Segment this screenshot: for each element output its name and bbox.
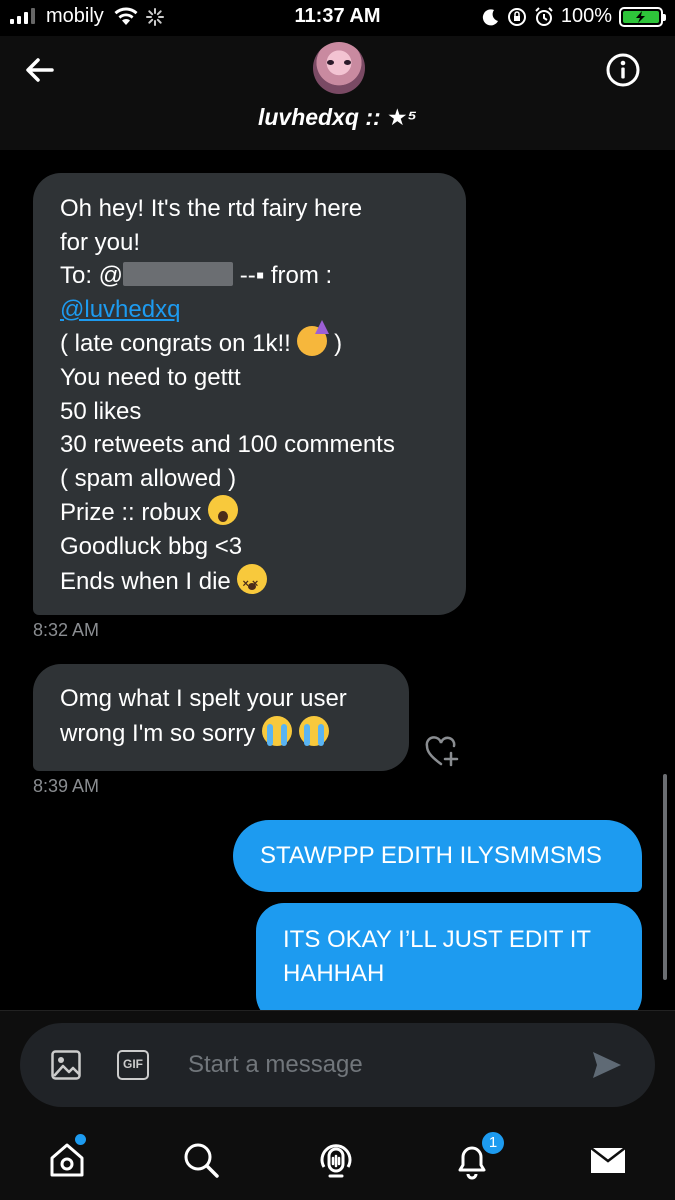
tab-bar: 1 bbox=[0, 1120, 675, 1200]
message-line: To: @ --▪ from : bbox=[60, 262, 333, 290]
sent-message[interactable]: STAWPPP EDITH ILYSMMSMS bbox=[233, 820, 642, 892]
battery-percent: 100% bbox=[560, 5, 612, 27]
message-line: ( spam allowed ) bbox=[60, 464, 237, 492]
avatar[interactable] bbox=[313, 42, 365, 94]
battery-icon bbox=[619, 6, 666, 27]
message-line: ( late congrats on 1k!! ) bbox=[60, 320, 439, 361]
message-timestamp: 8:32 AM bbox=[33, 620, 100, 640]
message-line: HAHHAH bbox=[283, 959, 385, 987]
partying-face-emoji bbox=[297, 320, 330, 357]
scrollbar[interactable] bbox=[663, 774, 667, 980]
mail-icon[interactable] bbox=[588, 1140, 628, 1180]
message-line: 30 retweets and 100 comments bbox=[60, 431, 395, 459]
message-input[interactable] bbox=[188, 1044, 568, 1086]
sent-message[interactable]: ITS OKAY I’LL JUST EDIT IT HAHHAH bbox=[256, 903, 642, 1010]
dizzy-face-emoji bbox=[237, 563, 268, 601]
heart-plus-icon[interactable] bbox=[424, 735, 460, 769]
screaming-cat-emoji bbox=[208, 495, 239, 526]
message-line: Prize :: robux bbox=[60, 495, 439, 530]
redacted-username bbox=[123, 262, 234, 287]
conversation-name[interactable]: luvhedxq :: ★⁵ bbox=[0, 104, 675, 131]
received-message[interactable]: Oh hey! It's the rtd fairy here for you!… bbox=[33, 173, 466, 615]
rotation-lock-icon bbox=[507, 7, 526, 26]
info-button[interactable] bbox=[603, 50, 643, 90]
message-line: for you! bbox=[60, 228, 141, 256]
received-message[interactable]: Omg what I spelt your user wrong I'm so … bbox=[33, 664, 409, 771]
home-icon[interactable] bbox=[47, 1140, 87, 1180]
image-icon[interactable] bbox=[50, 1049, 82, 1081]
mention-link[interactable]: @luvhedxq bbox=[60, 296, 180, 323]
status-right: 100% bbox=[482, 5, 666, 28]
message-line: Goodluck bbg <3 bbox=[60, 532, 243, 560]
message-line: Omg what I spelt your user bbox=[60, 685, 347, 712]
back-button[interactable] bbox=[20, 50, 60, 90]
spaces-icon[interactable] bbox=[316, 1140, 356, 1180]
loudly-crying-emoji bbox=[261, 715, 292, 746]
conversation-header: luvhedxq :: ★⁵ bbox=[0, 36, 675, 150]
status-bar: mobily 11:37 AM 100% bbox=[0, 0, 675, 36]
message-timestamp: 8:39 AM bbox=[33, 776, 100, 796]
home-unread-dot bbox=[75, 1134, 86, 1145]
message-list[interactable]: Oh hey! It's the rtd fairy here for you!… bbox=[0, 150, 675, 1010]
loudly-crying-emoji bbox=[298, 715, 329, 746]
send-icon[interactable] bbox=[591, 1049, 623, 1081]
moon-icon bbox=[482, 8, 498, 25]
message-line: 50 likes bbox=[60, 397, 142, 425]
gif-button[interactable]: GIF bbox=[117, 1050, 149, 1080]
message-line: You need to gettt bbox=[60, 363, 241, 391]
notification-badge: 1 bbox=[480, 1130, 506, 1156]
composer-bar: GIF bbox=[0, 1010, 675, 1120]
composer: GIF bbox=[20, 1023, 655, 1107]
alarm-icon bbox=[535, 6, 553, 26]
message-line: wrong I'm so sorry bbox=[60, 715, 382, 751]
search-icon[interactable] bbox=[181, 1140, 221, 1180]
message-line: Ends when I die bbox=[60, 563, 439, 601]
message-line: @luvhedxq bbox=[60, 293, 439, 327]
message-line: Oh hey! It's the rtd fairy here bbox=[60, 195, 363, 222]
message-line: ITS OKAY I’LL JUST EDIT IT bbox=[283, 926, 592, 953]
